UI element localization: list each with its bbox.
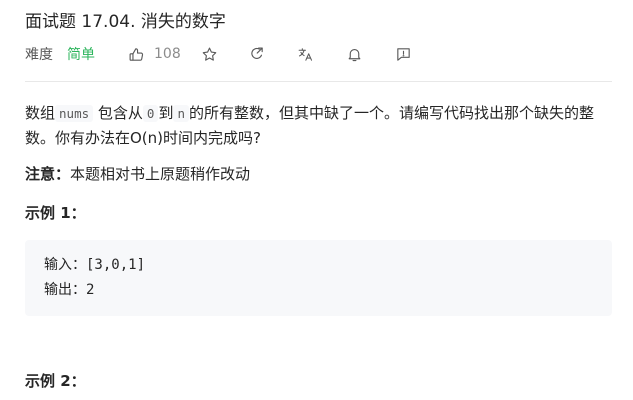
description-text: 到 [158, 104, 174, 122]
bell-icon[interactable] [345, 45, 363, 63]
thumbs-up-icon[interactable] [127, 45, 145, 63]
translate-icon[interactable] [296, 45, 314, 63]
inline-code: 0 [142, 105, 159, 122]
star-icon[interactable] [200, 45, 218, 63]
example-2-title: 示例 2： [25, 372, 86, 390]
inline-code: nums [55, 105, 94, 122]
divider [25, 81, 612, 82]
note-text: 本题相对书上原题稍作改动 [70, 165, 251, 183]
share-icon[interactable] [247, 45, 265, 63]
example-1-title: 示例 1： [25, 204, 86, 222]
difficulty-value: 简单 [67, 47, 95, 63]
description-text: 数组 [25, 104, 56, 122]
problem-meta-bar: 难度 简单 108 [25, 43, 412, 65]
note-label: 注意： [25, 165, 71, 183]
feedback-icon[interactable] [394, 45, 412, 63]
difficulty-label: 难度 [25, 47, 53, 63]
example-output-line: 输出：2 [44, 282, 95, 298]
inline-code: n [173, 105, 189, 122]
example-1-code-block: 输入：[3,0,1] 输出：2 [25, 240, 612, 316]
problem-description: 数组 nums 包含从 0 到 n 的所有整数，但其中缺了一个。请编写代码找出那个缺失的整… [25, 101, 617, 151]
example-input-line: 输入：[3,0,1] [44, 257, 146, 273]
like-count: 108 [154, 46, 181, 62]
problem-title: 面试题 17.04. 消失的数字 [25, 12, 226, 32]
description-text: 包含从 [97, 104, 143, 122]
note: 注意：本题相对书上原题稍作改动 [25, 162, 250, 186]
